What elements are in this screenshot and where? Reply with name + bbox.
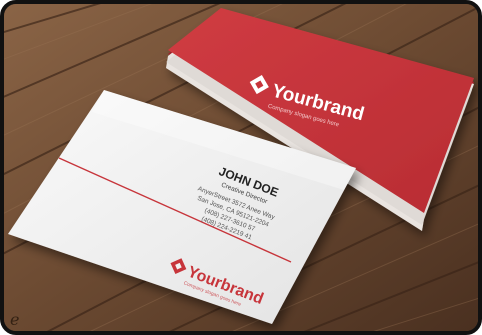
corner-watermark-letter: e bbox=[10, 310, 20, 329]
photo-frame: Yourbrand Company slogan goes here JOHN … bbox=[0, 0, 482, 335]
business-card-photo: Yourbrand Company slogan goes here JOHN … bbox=[4, 4, 478, 331]
